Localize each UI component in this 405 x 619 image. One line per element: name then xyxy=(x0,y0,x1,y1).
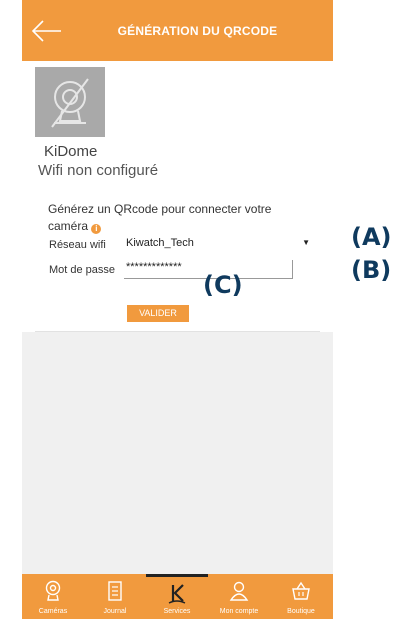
journal-icon xyxy=(108,581,122,601)
camera-thumbnail xyxy=(35,67,105,137)
tab-label: Journal xyxy=(103,608,127,615)
back-arrow-icon[interactable] xyxy=(31,19,63,43)
dropdown-arrow-icon[interactable]: ▼ xyxy=(302,238,310,247)
prompt-text: Générez un QRcode pour connecter votre c… xyxy=(48,202,272,233)
tab-account[interactable]: Mon compte xyxy=(208,574,270,619)
callout-c: (C) xyxy=(203,271,243,299)
device-name: KiDome xyxy=(44,143,98,160)
validate-button[interactable]: VALIDER xyxy=(127,305,189,322)
tab-label: Mon compte xyxy=(219,608,259,615)
tab-services[interactable]: Services xyxy=(146,574,208,619)
wifi-label: Réseau wifi xyxy=(49,239,106,251)
header-bar: GÉNÉRATION DU QRCODE xyxy=(22,0,333,61)
k-logo-icon xyxy=(168,584,186,604)
tab-label: Caméras xyxy=(38,608,68,615)
tab-cameras[interactable]: Caméras xyxy=(22,574,84,619)
callout-b: (B) xyxy=(351,256,392,284)
camera-icon xyxy=(45,580,61,601)
divider xyxy=(35,331,320,332)
wifi-network-select[interactable]: Kiwatch_Tech ▼ xyxy=(126,237,310,253)
camera-disabled-icon xyxy=(51,78,89,128)
device-status: Wifi non configuré xyxy=(38,162,159,179)
tab-shop[interactable]: Boutique xyxy=(270,574,332,619)
tab-label: Boutique xyxy=(287,608,315,615)
qrcode-prompt: Générez un QRcode pour connecter votre c… xyxy=(48,201,308,235)
wifi-selected-value: Kiwatch_Tech xyxy=(126,237,194,249)
content-panel: KiDome Wifi non configuré Générez un QRc… xyxy=(22,61,333,332)
basket-icon xyxy=(292,581,310,600)
phone-screen: GÉNÉRATION DU QRCODE KiDome Wifi non con… xyxy=(22,0,333,619)
callout-a: (A) xyxy=(351,223,392,251)
password-label: Mot de passe xyxy=(49,264,116,276)
tab-label: Services xyxy=(163,608,191,615)
info-icon[interactable]: i xyxy=(91,224,102,234)
tab-journal[interactable]: Journal xyxy=(84,574,146,619)
page-title: GÉNÉRATION DU QRCODE xyxy=(117,24,278,38)
bottom-tab-bar: Caméras Journal Services Mon compte Bout… xyxy=(22,574,333,619)
account-icon xyxy=(229,581,249,601)
